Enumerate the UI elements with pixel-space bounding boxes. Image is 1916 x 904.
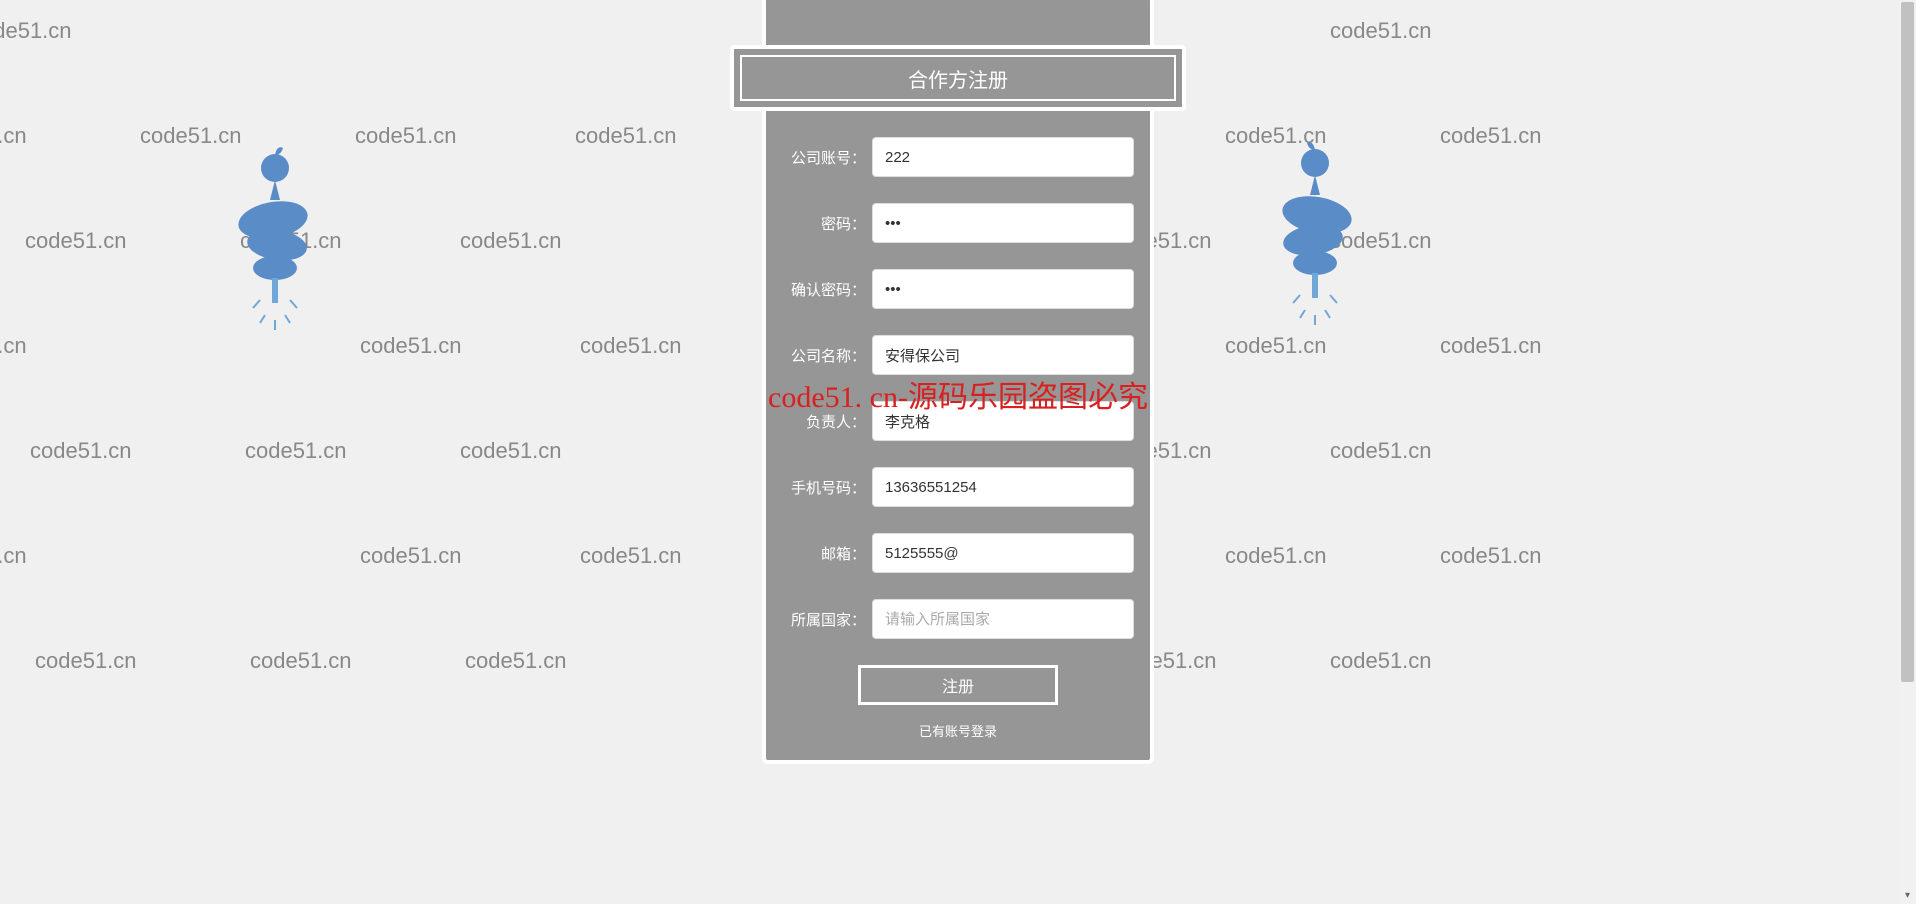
ornament-left-icon (225, 140, 345, 340)
watermark-text: code51.cn (360, 543, 462, 569)
phone-input[interactable] (872, 467, 1134, 507)
watermark-text: code51.cn (580, 333, 682, 359)
label-country: 所属国家： (782, 609, 872, 630)
watermark-text: code51.cn (580, 543, 682, 569)
watermark-text: code51.cn (1330, 228, 1432, 254)
watermark-text: code51.cn (245, 438, 347, 464)
row-email: 邮箱： (782, 533, 1134, 573)
watermark-text: code51.cn (360, 333, 462, 359)
watermark-text: code51.cn (1330, 438, 1432, 464)
register-panel: 合作方注册 公司账号： 密码： 确认密码： 公司名称： 负责人： (762, 0, 1154, 764)
watermark-text: code51.cn (460, 228, 562, 254)
label-email: 邮箱： (782, 543, 872, 564)
watermark-text: code51.cn (1440, 123, 1542, 149)
password-input[interactable] (872, 203, 1134, 243)
panel-body: 合作方注册 公司账号： 密码： 确认密码： 公司名称： 负责人： (762, 0, 1154, 764)
label-confirm: 确认密码： (782, 279, 872, 300)
watermark-text: code51.cn (575, 123, 677, 149)
watermark-text: code51.cn (1330, 18, 1432, 44)
owner-input[interactable] (872, 401, 1134, 441)
label-phone: 手机号码： (782, 477, 872, 498)
watermark-text: code51.cn (1225, 333, 1327, 359)
watermark-text: 1.cn (0, 123, 27, 149)
watermark-text: code51.cn (35, 648, 137, 674)
label-password: 密码： (782, 213, 872, 234)
watermark-text: code51.cn (1440, 543, 1542, 569)
watermark-text: code51.cn (1330, 648, 1432, 674)
watermark-text: code51.cn (140, 123, 242, 149)
watermark-text: code51.cn (1225, 123, 1327, 149)
watermark-text: code51.cn (25, 228, 127, 254)
row-company: 公司名称： (782, 335, 1134, 375)
row-country: 所属国家： (782, 599, 1134, 639)
scrollbar[interactable]: ▾ (1899, 0, 1916, 904)
row-owner: 负责人： (782, 401, 1134, 441)
panel-header: 合作方注册 (730, 45, 1186, 111)
watermark-text: code51.cn (1440, 333, 1542, 359)
label-company: 公司名称： (782, 345, 872, 366)
register-form: 公司账号： 密码： 确认密码： 公司名称： 负责人： 手机号码： (774, 137, 1142, 740)
panel-title: 合作方注册 (740, 55, 1176, 101)
watermark-text: code51.cn (250, 648, 352, 674)
watermark-text: 1.cn (0, 333, 27, 359)
label-account: 公司账号： (782, 147, 872, 168)
ornament-right-icon (1260, 135, 1380, 335)
account-input[interactable] (872, 137, 1134, 177)
watermark-text: code51.cn (460, 438, 562, 464)
label-owner: 负责人： (782, 411, 872, 432)
row-password: 密码： (782, 203, 1134, 243)
login-link[interactable]: 已有账号登录 (782, 721, 1134, 740)
country-input[interactable] (872, 599, 1134, 639)
watermark-text: code51.cn (0, 18, 72, 44)
watermark-text: code51.cn (240, 228, 342, 254)
scrollbar-thumb[interactable] (1901, 2, 1914, 682)
watermark-text: code51.cn (30, 438, 132, 464)
watermark-text: 1.cn (0, 543, 27, 569)
watermark-text: code51.cn (465, 648, 567, 674)
row-confirm: 确认密码： (782, 269, 1134, 309)
register-button[interactable]: 注册 (858, 665, 1058, 705)
row-phone: 手机号码： (782, 467, 1134, 507)
watermark-text: code51.cn (355, 123, 457, 149)
scroll-down-icon[interactable]: ▾ (1899, 887, 1916, 904)
watermark-text: code51.cn (1225, 543, 1327, 569)
row-account: 公司账号： (782, 137, 1134, 177)
confirm-password-input[interactable] (872, 269, 1134, 309)
email-input[interactable] (872, 533, 1134, 573)
company-name-input[interactable] (872, 335, 1134, 375)
